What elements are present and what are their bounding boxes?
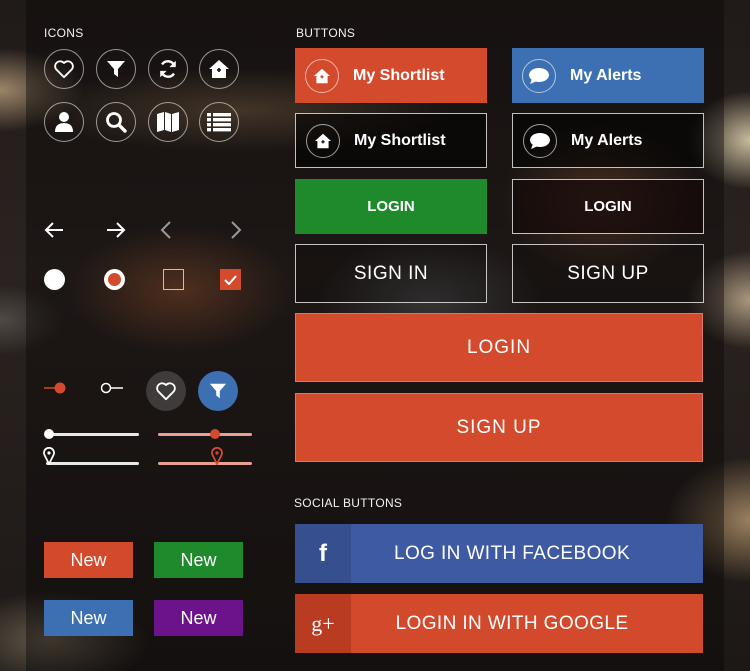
chevron-left-icon[interactable] [160, 221, 172, 244]
radio-unselected[interactable] [44, 269, 65, 290]
sign-up-big-button[interactable]: SIGN UP [295, 393, 703, 462]
refresh-icon[interactable] [148, 49, 188, 89]
filter-icon[interactable] [96, 49, 136, 89]
my-shortlist-outline-button[interactable]: My Shortlist [295, 113, 487, 168]
arrow-left-icon[interactable] [44, 221, 64, 244]
slider-track[interactable] [158, 433, 252, 436]
new-tag: New [154, 600, 243, 636]
sign-up-button[interactable]: SIGN UP [512, 244, 704, 303]
facebook-login-button[interactable]: f LOG IN WITH FACEBOOK [295, 524, 703, 583]
my-shortlist-button[interactable]: My Shortlist [295, 48, 487, 103]
new-tag: New [154, 542, 243, 578]
slider-knob[interactable] [44, 429, 54, 439]
new-tag: New [44, 600, 133, 636]
user-icon[interactable] [44, 102, 84, 142]
heart-icon [156, 382, 176, 401]
login-green-button[interactable]: LOGIN [295, 179, 487, 234]
facebook-icon: f [295, 524, 351, 583]
chat-bubble-icon [523, 123, 557, 158]
button-label: My Shortlist [353, 66, 445, 84]
radio-dot [108, 273, 121, 286]
chat-bubble-icon [522, 58, 556, 93]
google-button-label: LOGIN IN WITH GOOGLE [395, 612, 629, 634]
heart-round-button[interactable] [146, 371, 186, 411]
filter-round-button[interactable] [198, 371, 238, 411]
filter-icon [209, 383, 227, 399]
button-label: My Alerts [570, 66, 642, 84]
check-icon [224, 274, 237, 285]
location-pin-icon[interactable] [43, 447, 55, 470]
checkbox-checked[interactable] [220, 269, 241, 290]
heart-icon[interactable] [44, 49, 84, 89]
google-glyph: g+ [311, 610, 335, 636]
google-login-button[interactable]: g+ LOGIN IN WITH GOOGLE [295, 594, 703, 653]
section-label-icons: ICONS [44, 26, 84, 40]
section-label-buttons: BUTTONS [296, 26, 356, 40]
location-slider-track[interactable] [158, 462, 252, 465]
button-label: My Alerts [571, 131, 643, 149]
checkbox-unchecked[interactable] [163, 269, 184, 290]
slider-knob[interactable] [210, 429, 220, 439]
my-alerts-button[interactable]: My Alerts [512, 48, 704, 103]
facebook-glyph: f [319, 539, 327, 567]
login-outline-button[interactable]: LOGIN [512, 179, 704, 234]
home-icon [305, 58, 339, 93]
location-slider-track[interactable] [46, 462, 139, 465]
slider-track[interactable] [46, 433, 139, 436]
map-icon[interactable] [148, 102, 188, 142]
my-alerts-outline-button[interactable]: My Alerts [512, 113, 704, 168]
toggle-off[interactable] [100, 381, 124, 400]
toggle-on[interactable] [44, 381, 68, 400]
facebook-button-label: LOG IN WITH FACEBOOK [393, 542, 631, 564]
section-label-social: SOCIAL BUTTONS [294, 496, 403, 510]
radio-selected[interactable] [104, 269, 125, 290]
list-icon[interactable] [199, 102, 239, 142]
arrow-right-icon[interactable] [106, 221, 126, 244]
search-icon[interactable] [96, 102, 136, 142]
home-icon [306, 123, 340, 158]
login-big-button[interactable]: LOGIN [295, 313, 703, 382]
home-icon[interactable] [199, 49, 239, 89]
new-tag: New [44, 542, 133, 578]
chevron-right-icon[interactable] [230, 221, 242, 244]
location-pin-icon[interactable] [211, 447, 223, 470]
sign-in-button[interactable]: SIGN IN [295, 244, 487, 303]
button-label: My Shortlist [354, 131, 446, 149]
google-plus-icon: g+ [295, 594, 351, 653]
